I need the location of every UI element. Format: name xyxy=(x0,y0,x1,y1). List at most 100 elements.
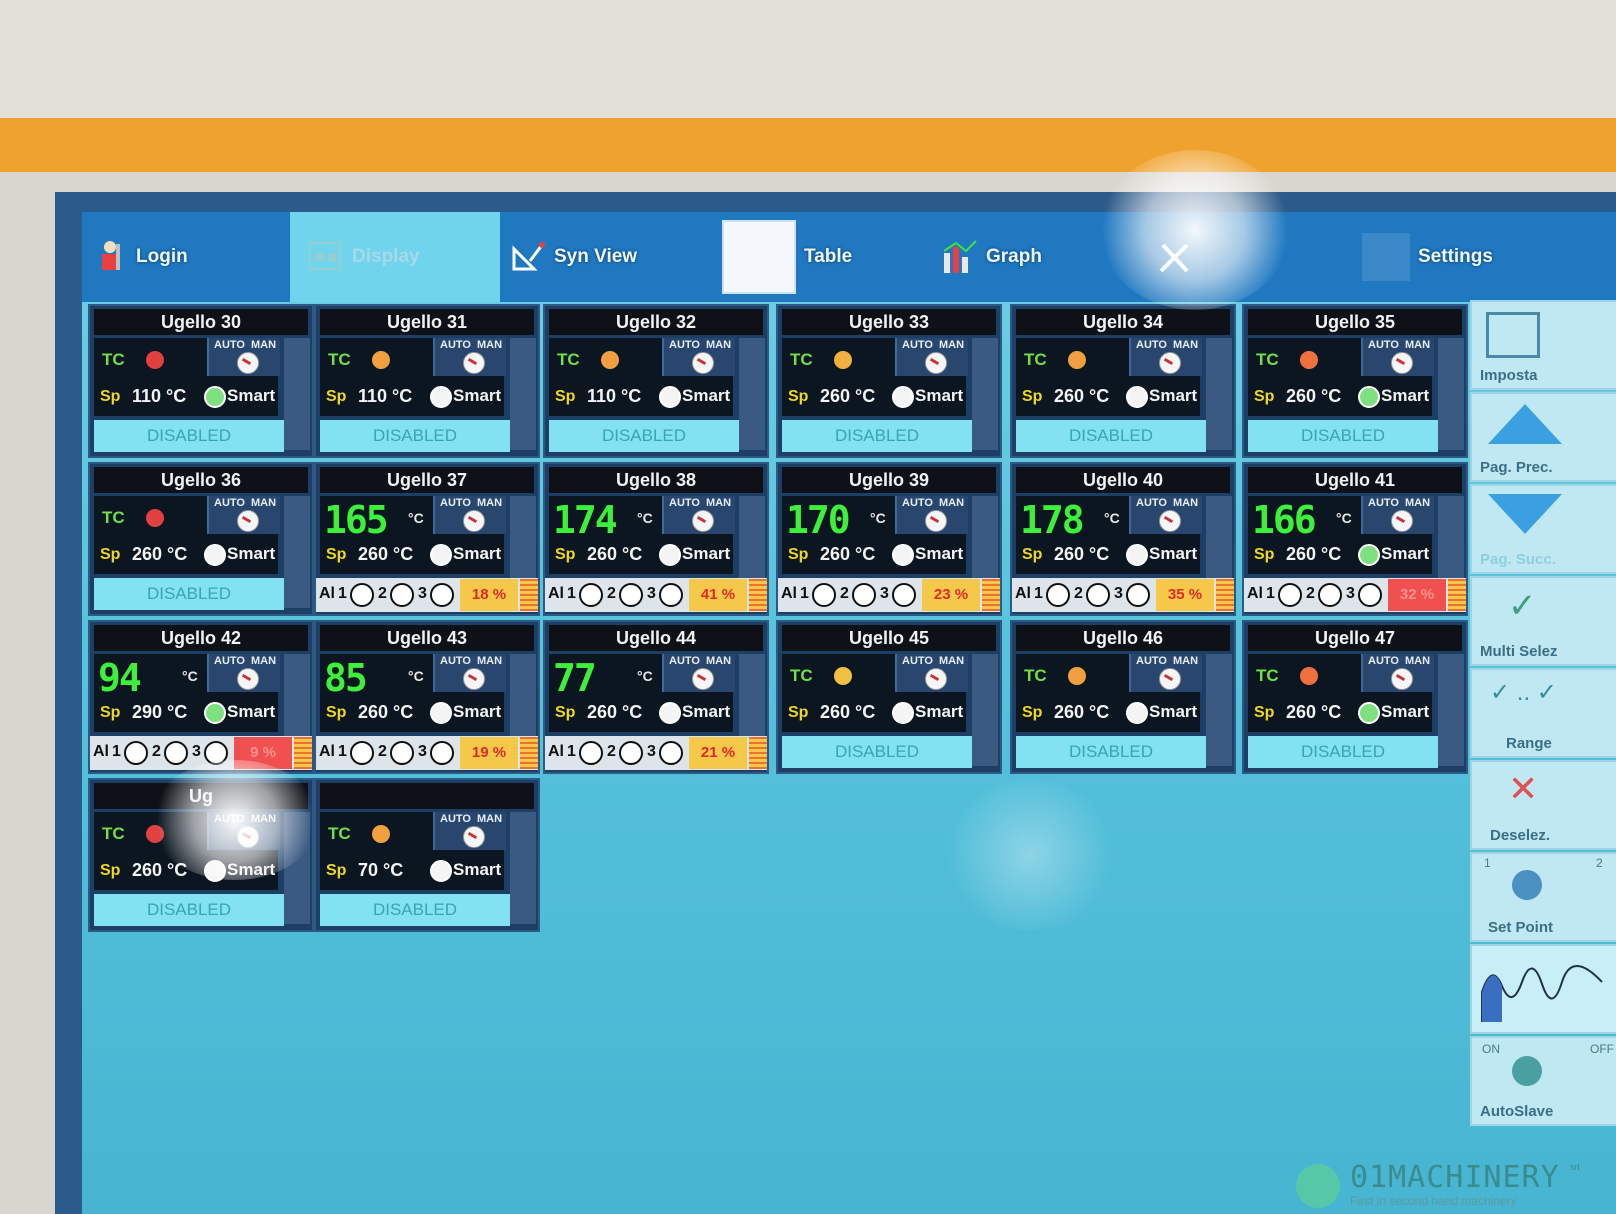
alarm-radio[interactable] xyxy=(1086,583,1110,607)
deselez-button[interactable]: ✕ Deselez. xyxy=(1470,760,1616,850)
auto-man-switch[interactable]: AUTO MAN xyxy=(895,338,968,376)
autoslave-button[interactable]: ON OFF AutoSlave xyxy=(1470,1036,1616,1126)
trend-graph-button[interactable] xyxy=(1470,944,1616,1034)
auto-man-switch[interactable]: AUTO MAN xyxy=(433,338,506,376)
pag-prec-button[interactable]: Pag. Prec. xyxy=(1470,392,1616,482)
auto-man-switch[interactable]: AUTO MAN xyxy=(662,654,735,692)
alarm-radio[interactable] xyxy=(350,741,374,765)
smart-radio[interactable] xyxy=(204,386,226,408)
alarm-radio[interactable] xyxy=(619,583,643,607)
smart-radio[interactable] xyxy=(430,702,452,724)
alarm-radio[interactable] xyxy=(350,583,374,607)
nozzle-tile[interactable]: Ugello 35 TC AUTO MAN Sp 260 °C Smart DISABLED xyxy=(1242,304,1468,458)
alarm-radio[interactable] xyxy=(1318,583,1342,607)
mode-knob-icon xyxy=(463,668,485,690)
alarm-radio[interactable] xyxy=(659,741,683,765)
smart-radio[interactable] xyxy=(430,386,452,408)
auto-man-switch[interactable]: AUTO MAN xyxy=(207,496,280,534)
smart-radio[interactable] xyxy=(892,386,914,408)
nozzle-tile[interactable]: Ugello 39 170 °C AUTO MAN Sp 260 °C Smart Al 1 2 3 2… xyxy=(776,462,1002,616)
smart-radio[interactable] xyxy=(204,544,226,566)
auto-man-switch[interactable]: AUTO MAN xyxy=(207,338,280,376)
smart-radio[interactable] xyxy=(1126,702,1148,724)
setpoint-value: 110 °C xyxy=(358,386,413,406)
setpoint-value: 260 °C xyxy=(1054,386,1110,406)
alarm-radio[interactable] xyxy=(124,741,148,765)
nozzle-tile[interactable]: Ugello 42 94 °C AUTO MAN Sp 290 °C Smart Al 1 2 3 9 … xyxy=(88,620,314,774)
auto-man-switch[interactable]: AUTO MAN xyxy=(433,654,506,692)
alarm-radio[interactable] xyxy=(1278,583,1302,607)
nozzle-tile[interactable]: Ugello 36 TC AUTO MAN Sp 260 °C Smart DISABLED xyxy=(88,462,314,616)
smart-radio[interactable] xyxy=(892,544,914,566)
nozzle-tile[interactable]: TC AUTO MAN Sp 70 °C Smart DISABLED xyxy=(314,778,540,932)
nozzle-tile[interactable]: Ugello 40 178 °C AUTO MAN Sp 260 °C Smart Al 1 2 3 3… xyxy=(1010,462,1236,616)
smart-radio[interactable] xyxy=(204,702,226,724)
auto-man-switch[interactable]: AUTO MAN xyxy=(433,812,506,850)
display-tab[interactable]: Display xyxy=(290,212,500,302)
nozzle-tile[interactable]: Ugello 44 77 °C AUTO MAN Sp 260 °C Smart Al 1 2 3 21… xyxy=(543,620,769,774)
smart-radio[interactable] xyxy=(659,386,681,408)
smart-radio[interactable] xyxy=(1126,544,1148,566)
smart-radio[interactable] xyxy=(1358,544,1380,566)
setpoint-label: Sp xyxy=(788,704,809,721)
nozzle-tile[interactable]: Ugello 38 174 °C AUTO MAN Sp 260 °C Smart Al 1 2 3 4… xyxy=(543,462,769,616)
alarm-radio[interactable] xyxy=(579,741,603,765)
alarm-radio[interactable] xyxy=(1358,583,1382,607)
set-point-button[interactable]: 1 2 Set Point xyxy=(1470,852,1616,942)
nozzle-tile[interactable]: Ugello 33 TC AUTO MAN Sp 260 °C Smart DISABLED xyxy=(776,304,1002,458)
imposta-button[interactable]: Imposta xyxy=(1470,300,1616,390)
nozzle-panel: 85 °C AUTO MAN Sp 260 °C Smart xyxy=(320,654,506,732)
syn-view-button[interactable]: Syn View xyxy=(510,212,700,302)
auto-man-switch[interactable]: AUTO MAN xyxy=(1129,654,1202,692)
nozzle-tile[interactable]: Ugello 30 TC AUTO MAN Sp 110 °C Smart DISABLED xyxy=(88,304,314,458)
smart-radio[interactable] xyxy=(659,544,681,566)
auto-man-switch[interactable]: AUTO MAN xyxy=(207,654,280,692)
smart-radio[interactable] xyxy=(892,702,914,724)
auto-man-switch[interactable]: AUTO MAN xyxy=(1361,338,1434,376)
auto-man-switch[interactable]: AUTO MAN xyxy=(662,338,735,376)
settings-button[interactable]: Settings xyxy=(1362,212,1572,302)
range-button[interactable]: ✓ .. ✓ Range xyxy=(1470,668,1616,758)
pag-succ-button[interactable]: Pag. Succ. xyxy=(1470,484,1616,574)
nozzle-tile[interactable]: Ugello 32 TC AUTO MAN Sp 110 °C Smart DISABLED xyxy=(543,304,769,458)
smart-radio[interactable] xyxy=(659,702,681,724)
auto-man-switch[interactable]: AUTO MAN xyxy=(895,496,968,534)
auto-man-switch[interactable]: AUTO MAN xyxy=(662,496,735,534)
login-button[interactable]: Login xyxy=(92,212,292,302)
alarm-radio[interactable] xyxy=(892,583,916,607)
auto-man-switch[interactable]: AUTO MAN xyxy=(1361,496,1434,534)
alarm-radio[interactable] xyxy=(1046,583,1070,607)
nozzle-tile[interactable]: Ugello 31 TC AUTO MAN Sp 110 °C Smart DISABLED xyxy=(314,304,540,458)
alarm-radio[interactable] xyxy=(164,741,188,765)
nozzle-tile[interactable]: Ugello 46 TC AUTO MAN Sp 260 °C Smart DISABLED xyxy=(1010,620,1236,774)
alarm-radio[interactable] xyxy=(1126,583,1150,607)
smart-radio[interactable] xyxy=(430,544,452,566)
auto-man-switch[interactable]: AUTO MAN xyxy=(895,654,968,692)
alarm-radio[interactable] xyxy=(659,583,683,607)
alarm-radio[interactable] xyxy=(430,741,454,765)
smart-radio[interactable] xyxy=(1358,702,1380,724)
nozzle-tile[interactable]: Ugello 45 TC AUTO MAN Sp 260 °C Smart DISABLED xyxy=(776,620,1002,774)
alarm-radio[interactable] xyxy=(579,583,603,607)
auto-man-switch[interactable]: AUTO MAN xyxy=(1129,496,1202,534)
nozzle-tile[interactable]: Ugello 37 165 °C AUTO MAN Sp 260 °C Smart Al 1 2 3 1… xyxy=(314,462,540,616)
alarm-radio[interactable] xyxy=(619,741,643,765)
smart-radio[interactable] xyxy=(1126,386,1148,408)
nozzle-tile[interactable]: Ugello 47 TC AUTO MAN Sp 260 °C Smart DISABLED xyxy=(1242,620,1468,774)
alarm-radio[interactable] xyxy=(812,583,836,607)
auto-man-switch[interactable]: AUTO MAN xyxy=(433,496,506,534)
auto-man-switch[interactable]: AUTO MAN xyxy=(1361,654,1434,692)
nozzle-tile[interactable]: Ugello 41 166 °C AUTO MAN Sp 260 °C Smart Al 1 2 3 3… xyxy=(1242,462,1468,616)
smart-radio[interactable] xyxy=(430,860,452,882)
tc-label: TC xyxy=(790,666,813,685)
nozzle-tile[interactable]: Ugello 43 85 °C AUTO MAN Sp 260 °C Smart Al 1 2 3 19… xyxy=(314,620,540,774)
nozzle-tile[interactable]: Ugello 34 TC AUTO MAN Sp 260 °C Smart DISABLED xyxy=(1010,304,1236,458)
alarm-radio[interactable] xyxy=(390,583,414,607)
multi-selez-button[interactable]: ✓ Multi Selez xyxy=(1470,576,1616,666)
alarm-radio[interactable] xyxy=(430,583,454,607)
auto-man-switch[interactable]: AUTO MAN xyxy=(1129,338,1202,376)
table-button[interactable]: Table xyxy=(722,212,902,302)
alarm-radio[interactable] xyxy=(390,741,414,765)
smart-radio[interactable] xyxy=(1358,386,1380,408)
alarm-radio[interactable] xyxy=(852,583,876,607)
